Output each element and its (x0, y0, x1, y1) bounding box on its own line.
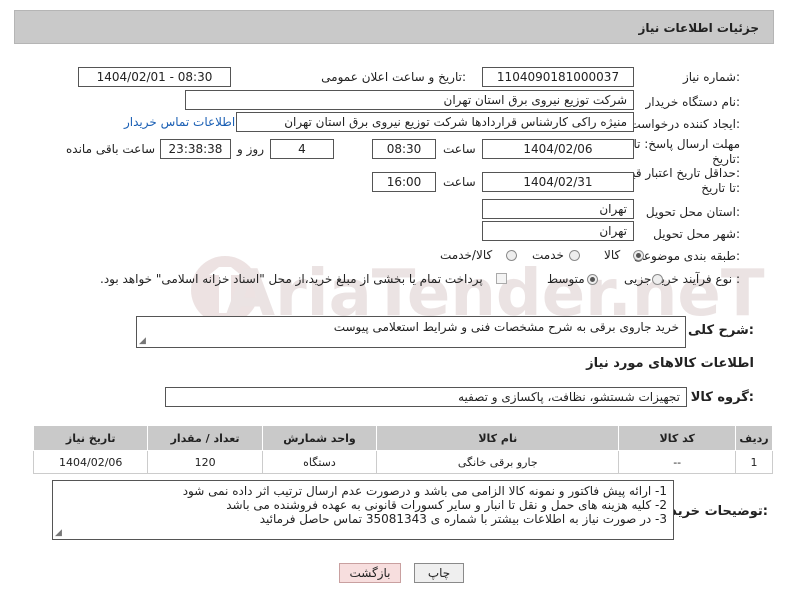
resize-grip-icon[interactable]: ◢ (139, 337, 146, 346)
remaining-time-value: 23:38:38 (160, 139, 231, 159)
purchase-radio-minor[interactable] (652, 274, 663, 285)
description-text: خرید جاروی برقی به شرح مشخصات فنی و شرای… (333, 320, 679, 334)
buyer-org-label: نام دستگاه خریدار: (645, 95, 741, 109)
announce-value: 1404/02/01 - 08:30 (78, 67, 231, 87)
purchase-type-label: نوع فرآیند خرید : (655, 272, 740, 286)
price-validity-date: 1404/02/31 (482, 172, 634, 192)
buyer-contact-link[interactable]: اطلاعات تماس خریدار (124, 115, 235, 129)
category-option-service: خدمت (532, 248, 564, 262)
category-radio-both[interactable] (506, 250, 517, 261)
reply-time-value: 08:30 (372, 139, 436, 159)
cell-unit: دستگاه (261, 450, 378, 474)
purchase-option-minor: جزیی (624, 272, 652, 286)
buyer-notes-textarea[interactable]: 1- ارائه پیش فاکتور و نمونه کالا الزامی … (52, 480, 674, 540)
page-title: جزئیات اطلاعات نیاز (638, 21, 759, 35)
purchase-radio-medium[interactable] (587, 274, 598, 285)
goods-section-title: اطلاعات کالاهای مورد نیاز (586, 356, 754, 371)
goods-group-value: تجهیزات شستشو، نظافت، پاکسازی و تصفیه (165, 387, 687, 407)
province-label: استان محل تحویل: (645, 205, 740, 219)
creator-label: ایجاد کننده درخواست: (629, 117, 740, 131)
back-button[interactable]: بازگشت (339, 563, 401, 583)
treasury-note: پرداخت تمام یا بخشی از مبلغ خرید،از محل … (100, 272, 483, 286)
resize-grip-icon[interactable]: ◢ (55, 529, 62, 538)
province-value: تهران (482, 199, 634, 219)
table-row[interactable]: 1 -- جارو برقی خانگی دستگاه 120 1404/02/… (32, 450, 773, 474)
buyer-note-line: 1- ارائه پیش فاکتور و نمونه کالا الزامی … (182, 484, 667, 498)
category-radio-goods[interactable] (633, 250, 644, 261)
reply-deadline-label: مهلت ارسال پاسخ: تا (633, 137, 740, 151)
table-header-row: ردیف کد کالا نام کالا واحد شمارش تعداد /… (32, 425, 773, 451)
description-textarea[interactable]: خرید جاروی برقی به شرح مشخصات فنی و شرای… (136, 316, 686, 348)
city-label: شهر محل تحویل: (653, 227, 740, 241)
need-number-value: 1104090181000037 (482, 67, 634, 87)
col-qty: تعداد / مقدار (147, 425, 263, 451)
reply-deadline-label-2: تاریخ: (712, 152, 740, 166)
city-value: تهران (482, 221, 634, 241)
category-radio-service[interactable] (569, 250, 580, 261)
col-name: نام کالا (376, 425, 620, 451)
col-unit: واحد شمارش (261, 425, 378, 451)
cell-name: جارو برقی خانگی (376, 450, 620, 474)
category-option-goods: کالا (604, 248, 621, 262)
category-label: طبقه بندی موضوعی: (633, 249, 740, 263)
price-validity-time: 16:00 (372, 172, 436, 192)
reply-date-value: 1404/02/06 (482, 139, 634, 159)
page-header: جزئیات اطلاعات نیاز (14, 10, 774, 44)
buyer-note-line: 2- کلیه هزینه های حمل و نقل تا انبار و س… (226, 498, 667, 512)
cell-code: -- (618, 450, 736, 474)
price-validity-time-label: ساعت (443, 175, 476, 189)
days-value: 4 (270, 139, 334, 159)
goods-group-label: گروه کالا: (690, 390, 754, 405)
days-label: روز و (237, 142, 264, 156)
price-validity-label-2: تا تاریخ: (701, 181, 740, 195)
buyer-note-line: 3- در صورت نیاز به اطلاعات بیشتر با شمار… (259, 512, 667, 526)
col-code: کد کالا (618, 425, 736, 451)
cell-qty: 120 (147, 450, 263, 474)
treasury-checkbox[interactable] (496, 273, 507, 284)
category-option-both: کالا/خدمت (440, 248, 493, 262)
cell-date: 1404/02/06 (32, 450, 149, 474)
purchase-option-medium: متوسط (547, 272, 585, 286)
buyer-org-value: شرکت توزیع نیروی برق استان تهران (185, 90, 634, 110)
cell-row: 1 (735, 450, 773, 474)
remaining-label: ساعت باقی مانده (66, 142, 156, 156)
col-date: تاریخ نیاز (32, 425, 149, 451)
reply-time-label: ساعت (443, 142, 476, 156)
announce-label: تاریخ و ساعت اعلان عمومی: (321, 70, 466, 84)
print-button[interactable]: چاپ (414, 563, 464, 583)
goods-table: ردیف کد کالا نام کالا واحد شمارش تعداد /… (32, 425, 773, 474)
buyer-notes-label: توضیحات خریدار: (658, 504, 768, 519)
creator-value: منیژه راکی کارشناس قراردادها شرکت توزیع … (236, 112, 634, 132)
col-row: ردیف (735, 425, 773, 451)
need-number-label: شماره نیاز: (682, 70, 740, 84)
